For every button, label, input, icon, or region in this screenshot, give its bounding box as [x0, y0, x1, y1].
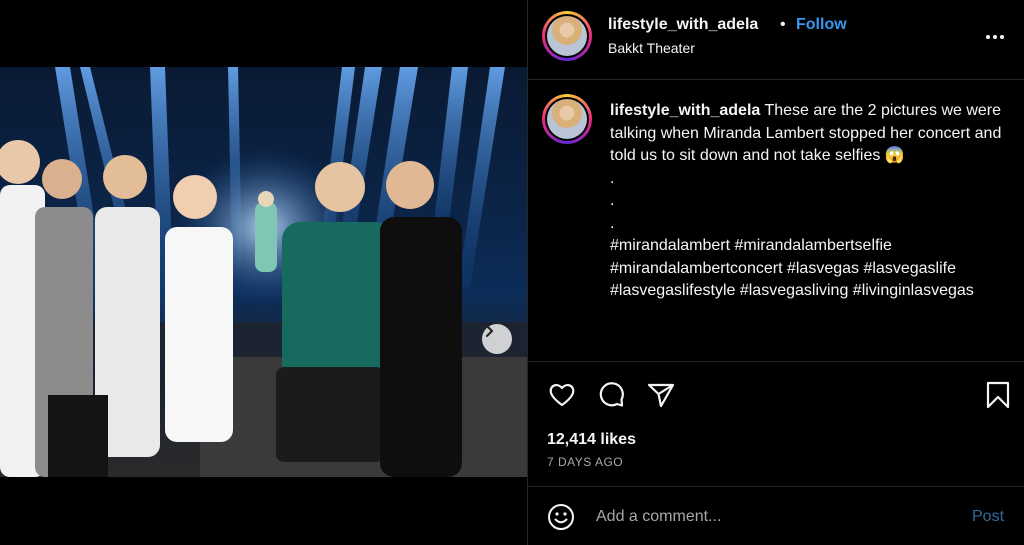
location-link[interactable]: Bakkt Theater	[608, 40, 695, 56]
emoji-icon[interactable]	[547, 503, 575, 531]
separator-dot: •	[780, 16, 786, 33]
heart-icon[interactable]	[547, 380, 577, 410]
share-icon[interactable]	[646, 380, 676, 410]
caption-dot: .	[610, 192, 615, 209]
concert-photo-illustration	[0, 67, 527, 477]
post-photo[interactable]	[0, 67, 527, 477]
caption-hashtags[interactable]: #mirandalambert #mirandalambertselfie #m…	[610, 235, 1010, 303]
caption-dot: .	[610, 214, 615, 232]
post-header: lifestyle_with_adela • Follow Bakkt Thea…	[528, 0, 1024, 80]
comment-icon[interactable]	[596, 380, 626, 410]
caption-section: lifestyle_with_adela These are the 2 pic…	[528, 80, 1024, 362]
post-timestamp[interactable]: 7 DAYS AGO	[547, 455, 623, 469]
caption-dot: .	[610, 169, 615, 187]
post-comment-button[interactable]: Post	[972, 508, 1004, 526]
username-link[interactable]: lifestyle_with_adela	[608, 16, 758, 34]
caption-username[interactable]: lifestyle_with_adela	[610, 102, 760, 119]
action-bar: 12,414 likes 7 DAYS AGO	[528, 362, 1024, 487]
caption-text: lifestyle_with_adela These are the 2 pic…	[610, 100, 1010, 303]
more-options-button[interactable]	[983, 25, 1007, 49]
bookmark-icon[interactable]	[983, 380, 1013, 410]
next-photo-button[interactable]	[482, 324, 512, 354]
more-horizontal-icon	[986, 35, 990, 39]
likes-count[interactable]: 12,414 likes	[547, 431, 636, 449]
caption-avatar[interactable]	[542, 94, 592, 144]
chevron-right-icon	[485, 324, 494, 338]
follow-button[interactable]: Follow	[796, 16, 847, 34]
post-media	[0, 0, 527, 545]
avatar[interactable]	[542, 11, 592, 61]
post-panel: lifestyle_with_adela • Follow Bakkt Thea…	[527, 0, 1024, 545]
comment-input[interactable]	[596, 505, 956, 529]
comment-bar: Post	[528, 487, 1024, 545]
